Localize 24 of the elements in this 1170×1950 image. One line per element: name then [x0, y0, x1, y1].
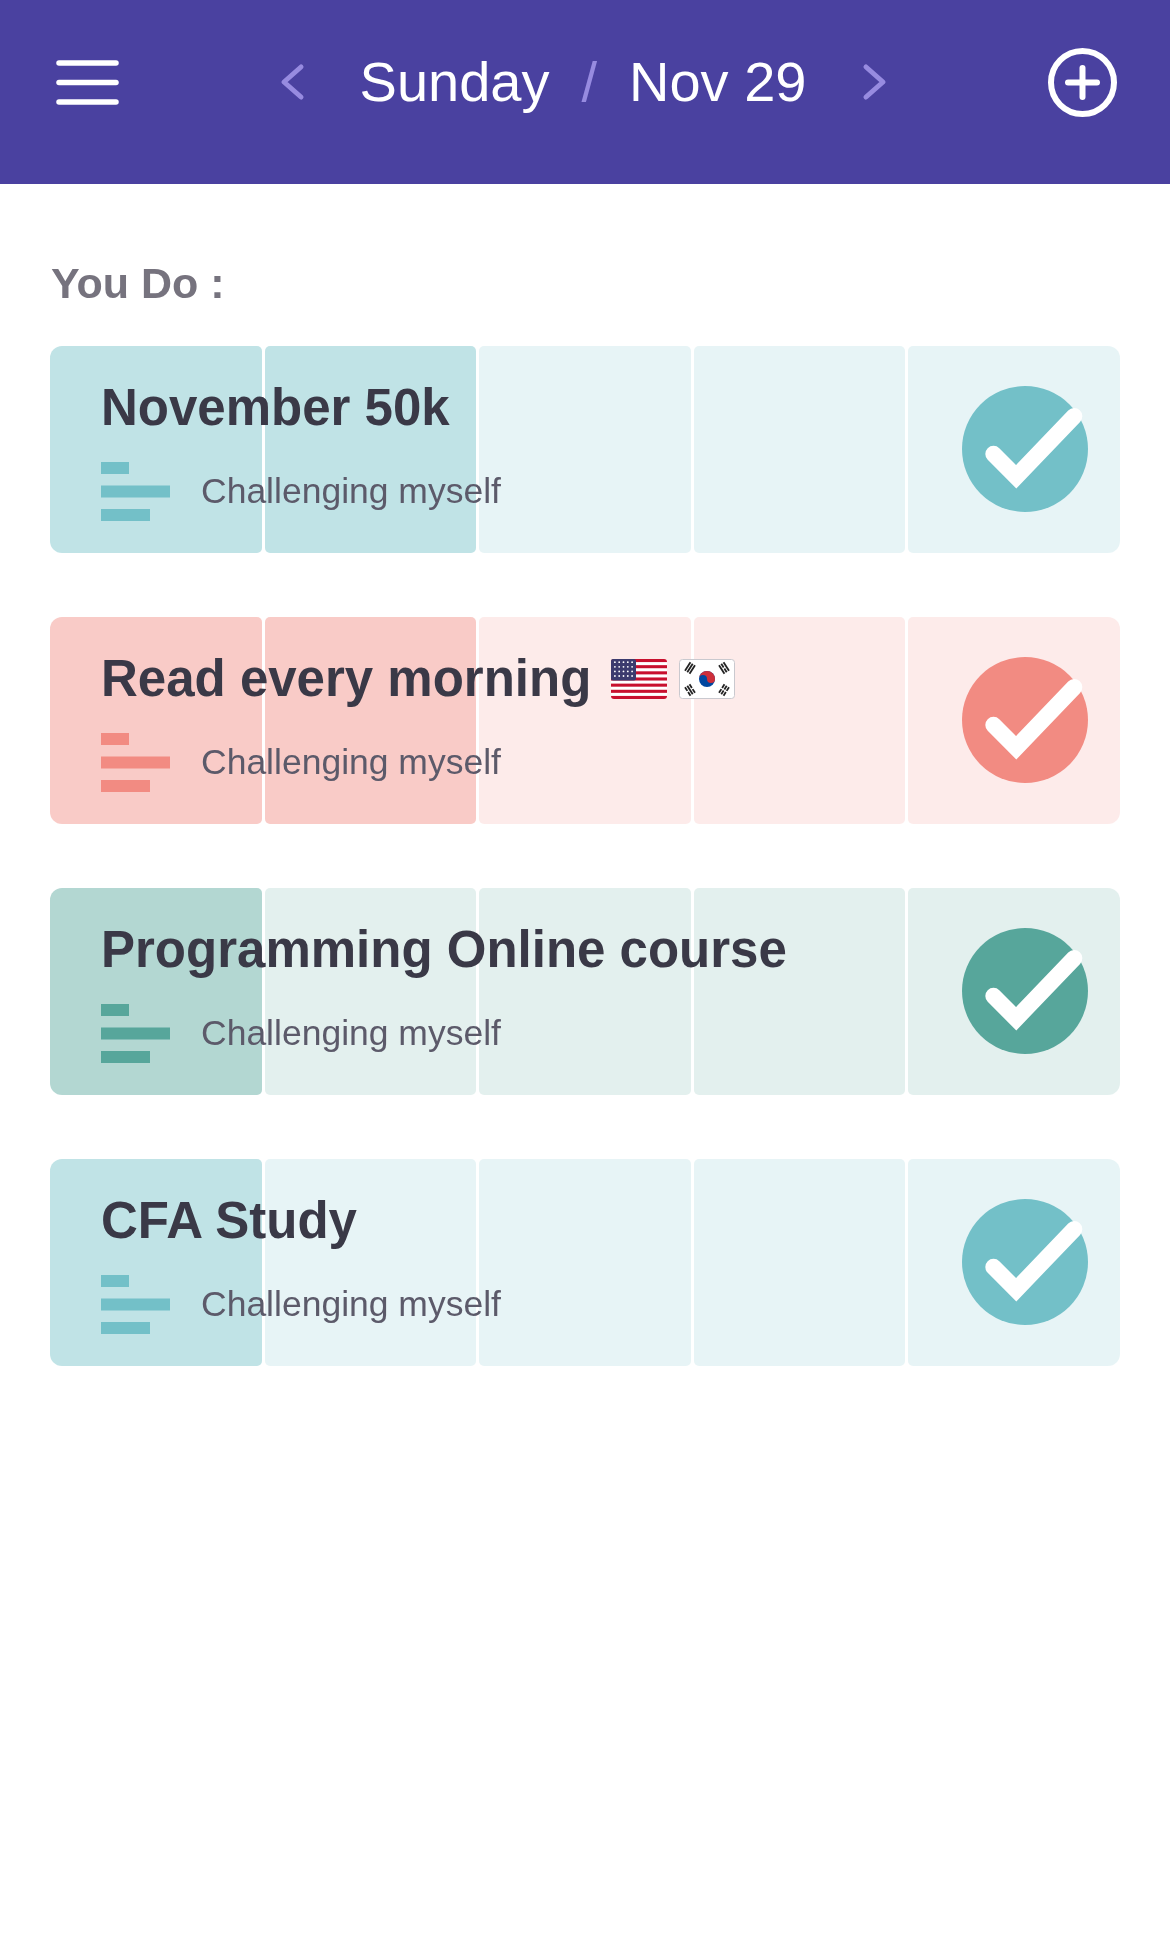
bars-icon	[101, 461, 170, 521]
task-subtitle: Challenging myself	[201, 1282, 501, 1326]
menu-icon[interactable]	[56, 59, 119, 105]
bars-icon	[101, 1274, 170, 1334]
task-title[interactable]: Read every morning	[101, 648, 592, 710]
bars-icon	[101, 1003, 170, 1063]
check-circle-icon[interactable]	[962, 386, 1088, 513]
date-label: Nov 29	[629, 49, 807, 116]
separator-slash: /	[581, 49, 598, 116]
day-label: Sunday	[359, 49, 550, 116]
add-icon[interactable]	[1048, 47, 1117, 117]
task-title[interactable]: Programming Online course	[101, 919, 787, 981]
check-circle-icon[interactable]	[962, 928, 1088, 1055]
task-title[interactable]: CFA Study	[101, 1190, 357, 1252]
task-subtitle: Challenging myself	[201, 1011, 501, 1055]
check-circle-icon[interactable]	[962, 657, 1088, 784]
check-circle-icon[interactable]	[962, 1199, 1088, 1326]
task-title[interactable]: November 50k	[101, 377, 450, 439]
task-subtitle: Challenging myself	[201, 740, 501, 784]
task-subtitle: Challenging myself	[201, 469, 501, 513]
south-korea-flag-icon	[679, 658, 736, 699]
bars-icon	[101, 732, 170, 792]
section-title: You Do :	[51, 258, 225, 309]
us-flag-icon	[611, 658, 668, 699]
